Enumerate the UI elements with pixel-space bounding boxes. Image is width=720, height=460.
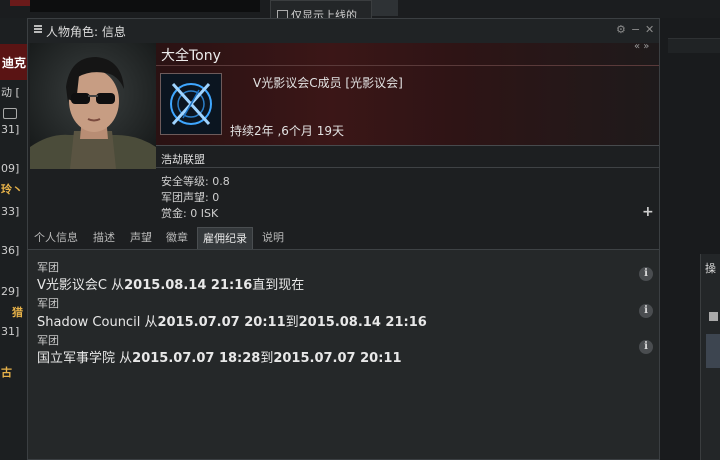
chat-line: 31] — [1, 123, 20, 136]
info-icon[interactable]: i — [639, 267, 653, 281]
info-tabs: 个人信息 描述 声望 徽章 雇佣纪录 说明 — [28, 227, 659, 249]
chat-line: 玲丶 — [1, 183, 23, 196]
history-entry[interactable]: Shadow Council 从2015.07.07 20:11到2015.08… — [37, 311, 427, 330]
right-panel-avatar[interactable] — [706, 334, 720, 368]
history-entry-type: 军团 — [37, 261, 59, 274]
bounty: 赏金: 0 ISK — [161, 207, 219, 220]
info-icon[interactable]: i — [639, 340, 653, 354]
alliance-name[interactable]: 浩劫联盟 — [161, 151, 205, 167]
chat-panel-header[interactable]: 迪克 — [0, 44, 27, 80]
corporation-logo[interactable] — [160, 73, 222, 135]
chat-line: 33] — [1, 205, 20, 218]
divider — [156, 145, 659, 146]
chat-line: 09] — [1, 162, 20, 175]
info-icon[interactable]: i — [639, 304, 653, 318]
chat-line: 猎 — [12, 306, 23, 319]
history-entry-type: 军团 — [37, 297, 59, 310]
membership-duration: 持续2年 ,6个月 19天 — [230, 124, 344, 138]
chat-tab-label[interactable]: 动 [ — [1, 84, 20, 100]
right-strip — [668, 38, 720, 53]
chat-line: 29] — [1, 285, 20, 298]
tab-decorations[interactable]: 徽章 — [161, 227, 193, 249]
history-entry-type: 军团 — [37, 334, 59, 347]
tab-description[interactable]: 描述 — [88, 227, 120, 249]
employment-history-list: 军团 V光影议会C 从2015.08.14 21:16直到现在 i 军团 Sha… — [28, 250, 659, 459]
tab-personal-info[interactable]: 个人信息 — [29, 227, 83, 249]
divider — [156, 167, 659, 168]
tab-notes[interactable]: 说明 — [257, 227, 289, 249]
right-panel-chevron[interactable] — [709, 312, 718, 321]
chat-line: 31] — [1, 325, 20, 338]
character-name[interactable]: 大全Tony — [161, 45, 221, 65]
client-toolbar-icon[interactable] — [372, 0, 398, 16]
corp-standing: 军团声望: 0 — [161, 191, 220, 204]
chat-line: 古 — [1, 366, 12, 379]
close-icon[interactable]: ✕ — [645, 23, 654, 36]
chat-bubble-icon — [3, 108, 17, 119]
divider — [156, 65, 659, 66]
window-titlebar[interactable]: 人物角色: 信息 ⚙ − ✕ — [28, 19, 659, 43]
expand-plus-button[interactable]: + — [642, 204, 654, 220]
corporation-name[interactable]: V光影议会C成员 [光影议会] — [253, 74, 403, 91]
tab-standings[interactable]: 声望 — [125, 227, 157, 249]
history-nav-arrows[interactable]: « » — [634, 41, 649, 52]
chat-panel: 迪克 动 [ 31] 09] 玲丶 33] 36] 29] 猎 31] 古 — [0, 18, 27, 460]
security-status: 安全等级: 0.8 — [161, 175, 230, 188]
character-info-window: 人物角色: 信息 ⚙ − ✕ 大全Tony « » V光影议会C成员 [光影议会… — [27, 18, 660, 460]
history-entry[interactable]: V光影议会C 从2015.08.14 21:16直到现在 — [37, 274, 304, 293]
right-client-area: 操 — [660, 18, 720, 460]
window-title: 人物角色: 信息 — [46, 25, 126, 39]
tab-employment-history[interactable]: 雇佣纪录 — [197, 227, 253, 249]
chat-line: 36] — [1, 244, 20, 257]
settings-icon[interactable]: ⚙ — [616, 23, 626, 36]
minimize-icon[interactable]: − — [631, 23, 640, 36]
history-entry[interactable]: 国立军事学院 从2015.07.07 18:28到2015.07.07 20:1… — [37, 347, 402, 366]
character-portrait[interactable] — [30, 43, 156, 169]
window-menu-icon[interactable] — [34, 25, 42, 33]
client-top-dark-box — [30, 0, 260, 12]
